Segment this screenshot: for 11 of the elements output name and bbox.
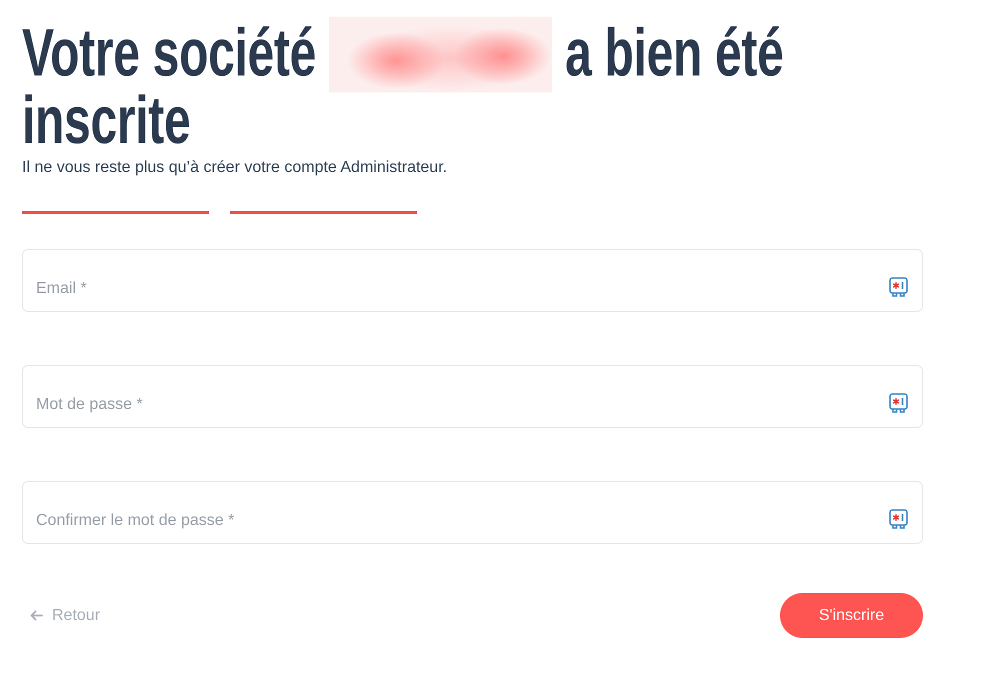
- asterisk-box-icon: [889, 393, 908, 413]
- input-field[interactable]: Email *: [22, 249, 923, 312]
- subtitle-text: Il ne vous reste plus qu’à créer votre compte Administrateur.: [22, 158, 448, 178]
- title-text: a bien été: [565, 16, 784, 91]
- submit-button[interactable]: S'inscrire: [780, 593, 923, 638]
- asterisk-box-icon: [889, 277, 908, 297]
- arrow-left-icon: [30, 610, 43, 621]
- back-link[interactable]: Retour: [30, 606, 100, 626]
- input-field[interactable]: Mot de passe *: [22, 365, 923, 428]
- input-field[interactable]: Confirmer le mot de passe *: [22, 481, 923, 544]
- asterisk-box-icon: [889, 509, 908, 529]
